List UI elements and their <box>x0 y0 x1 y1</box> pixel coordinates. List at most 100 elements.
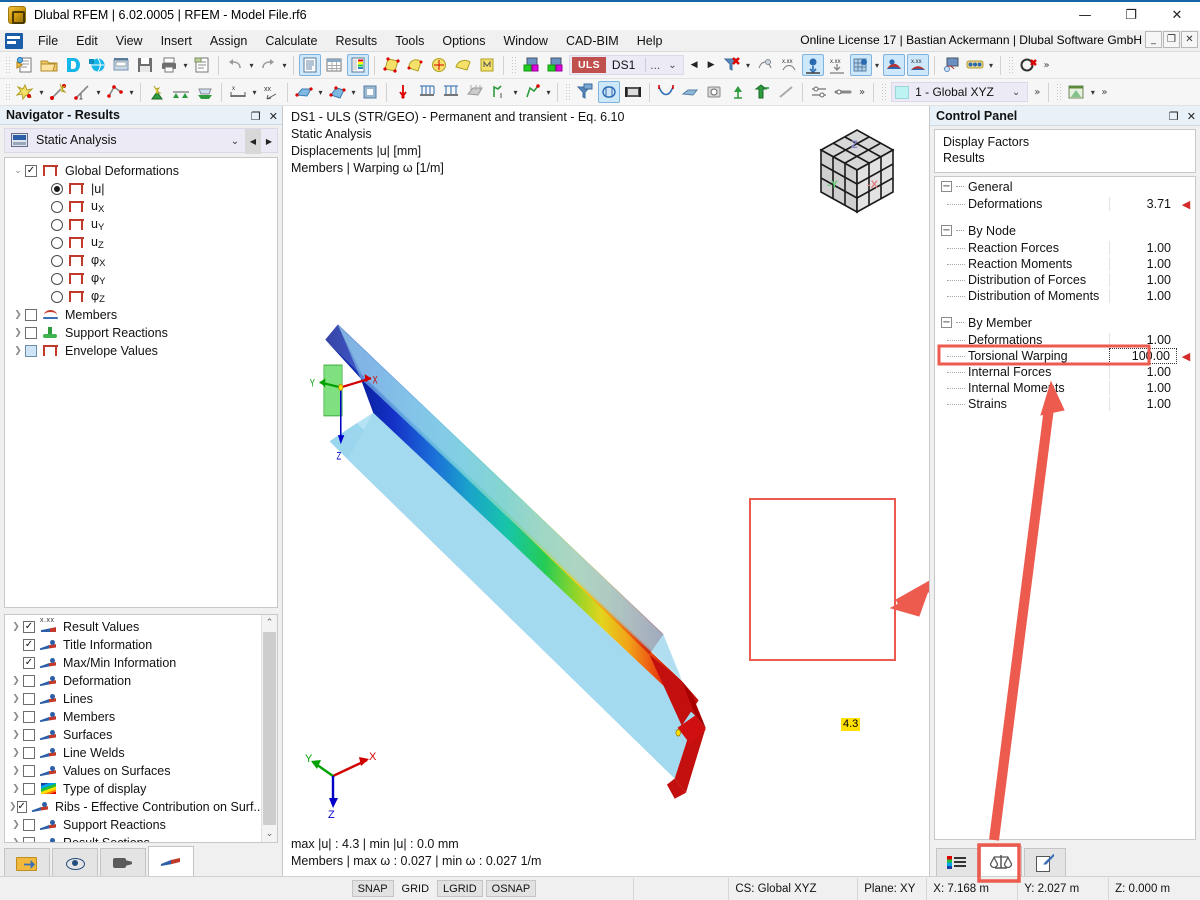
surface-create-icon[interactable] <box>293 81 315 103</box>
display-item-title-information[interactable]: ✓Title Information <box>5 636 260 654</box>
node-icon[interactable] <box>14 81 36 103</box>
surface-create-caret[interactable]: ▾ <box>316 81 325 103</box>
navigator-restore-icon[interactable]: ❐ <box>251 110 261 123</box>
tree-expander-icon[interactable]: ❯ <box>11 310 25 320</box>
mdi-restore-button[interactable]: ❐ <box>1163 31 1180 48</box>
scroll-up-icon[interactable]: ⌃ <box>262 615 278 631</box>
printout-report-icon[interactable] <box>191 54 213 76</box>
open-model-icon[interactable] <box>38 54 60 76</box>
toolbar-overflow-4[interactable]: » <box>1097 87 1111 98</box>
control-panel-close-icon[interactable]: ✕ <box>1187 110 1196 123</box>
status-toggle-snap[interactable]: SNAP <box>352 880 394 897</box>
load-case-combo[interactable]: ULS DS1 ... ⌄ <box>569 55 684 75</box>
tab-display-factors[interactable] <box>980 846 1022 876</box>
tree-radio-button[interactable] <box>51 183 63 195</box>
collapse-icon[interactable]: − <box>941 181 952 192</box>
nodal-load-icon[interactable] <box>392 81 414 103</box>
undo-icon[interactable] <box>224 54 246 76</box>
imperfection-icon[interactable] <box>521 81 543 103</box>
print-dropdown-caret[interactable]: ▾ <box>181 54 190 76</box>
polyline-icon[interactable] <box>104 81 126 103</box>
tree-expander-icon[interactable]: ❯ <box>9 622 23 632</box>
save-icon[interactable] <box>134 54 156 76</box>
sidebar-item-project-navigator[interactable] <box>4 848 50 876</box>
scroll-down-icon[interactable]: ⌄ <box>262 826 278 842</box>
sidebar-item-display-navigator[interactable] <box>52 848 98 876</box>
opening-icon[interactable] <box>359 81 381 103</box>
imperfection-caret[interactable]: ▾ <box>544 81 553 103</box>
result-filter-icon[interactable] <box>574 81 596 103</box>
display-item-max-min-information[interactable]: ✓Max/Min Information <box>5 654 260 672</box>
tree-checkbox[interactable] <box>23 819 35 831</box>
menu-options[interactable]: Options <box>433 32 494 50</box>
free-load-icon[interactable] <box>488 81 510 103</box>
tree-checkbox[interactable] <box>23 747 35 759</box>
tree-checkbox[interactable] <box>23 711 35 723</box>
cp-row-value[interactable]: 1.00 <box>1109 397 1177 411</box>
tree-item-uz[interactable]: uZ <box>5 234 277 252</box>
tree-radio-button[interactable] <box>51 219 63 231</box>
status-toggle-lgrid[interactable]: LGRID <box>437 880 483 897</box>
result-values-on-diagram-icon[interactable]: x.xx <box>907 54 929 76</box>
toolbar-overflow-3[interactable]: » <box>1030 87 1044 98</box>
dlubal-center-icon[interactable] <box>62 54 84 76</box>
scrollbar-thumb[interactable] <box>263 632 276 825</box>
tree-expander-icon[interactable]: ❯ <box>9 730 23 740</box>
toolbar-overflow-2[interactable]: » <box>855 87 869 98</box>
tree-item-z[interactable]: φZ <box>5 288 277 306</box>
control-panel-toggle-icon[interactable] <box>347 54 369 76</box>
toolbar-overflow-1[interactable]: » <box>1040 60 1054 71</box>
member-dropdown-caret[interactable]: ▾ <box>250 81 259 103</box>
menu-insert[interactable]: Insert <box>152 32 201 50</box>
surface-support-icon[interactable] <box>194 81 216 103</box>
tree-expander-icon[interactable]: ❯ <box>9 784 23 794</box>
cp-group-by-member[interactable]: −By Member <box>935 313 1195 332</box>
result-values-icon[interactable]: x.xx <box>778 54 800 76</box>
cp-row-internal-forces[interactable]: Internal Forces1.00 <box>935 364 1195 380</box>
show-values-table-icon[interactable]: x.xx <box>826 54 848 76</box>
sidebar-item-views-navigator[interactable] <box>100 848 146 876</box>
line-icon[interactable] <box>47 81 69 103</box>
surface-load-icon[interactable] <box>464 81 486 103</box>
tab-edit-values[interactable] <box>1024 848 1066 876</box>
line-load-icon[interactable] <box>416 81 438 103</box>
calc-dropdown-caret[interactable]: ▾ <box>987 54 996 76</box>
tree-item-y[interactable]: φY <box>5 270 277 288</box>
render-model-icon[interactable] <box>598 81 620 103</box>
result-distribution-icon[interactable] <box>883 54 905 76</box>
display-factors-list[interactable]: −GeneralDeformations3.71◀−By NodeReactio… <box>934 176 1196 840</box>
status-toggle-osnap[interactable]: OSNAP <box>486 880 537 897</box>
menu-calculate[interactable]: Calculate <box>256 32 326 50</box>
tree-expander-icon[interactable]: ❯ <box>9 712 23 722</box>
tree-expander-icon[interactable]: ❯ <box>9 802 17 812</box>
tab-color-scale[interactable] <box>936 848 978 876</box>
prev-load-case-button[interactable]: ◀ <box>686 60 703 70</box>
tree-item-uy[interactable]: uY <box>5 216 277 234</box>
tree-item-members[interactable]: ❯Members <box>5 306 277 324</box>
tree-item-support-reactions[interactable]: ❯Support Reactions <box>5 324 277 342</box>
display-item-deformation[interactable]: ❯Deformation <box>5 672 260 690</box>
analysis-next-button[interactable]: ▶ <box>261 129 277 154</box>
cp-row-value[interactable]: 1.00 <box>1109 273 1177 287</box>
member-hinge-icon[interactable] <box>808 81 830 103</box>
animation-icon[interactable] <box>622 81 644 103</box>
print-preview-icon[interactable] <box>110 54 132 76</box>
control-panel-restore-icon[interactable]: ❐ <box>1169 110 1179 123</box>
filter-dropdown-caret[interactable]: ▾ <box>744 54 753 76</box>
tree-checkbox[interactable] <box>23 693 35 705</box>
display-item-result-sections[interactable]: ❯Result Sections <box>5 834 260 843</box>
surface-free-icon[interactable] <box>452 54 474 76</box>
tree-expander-icon[interactable]: ❯ <box>11 346 25 356</box>
solid-icon[interactable] <box>476 54 498 76</box>
result-section-icon[interactable] <box>940 54 962 76</box>
cp-group-general[interactable]: −General <box>935 177 1195 196</box>
show-max-values-icon[interactable] <box>802 54 824 76</box>
line-dimension-icon[interactable] <box>71 81 93 103</box>
tree-checkbox[interactable] <box>25 327 37 339</box>
redo-dropdown-caret[interactable]: ▾ <box>280 54 289 76</box>
next-load-case-button[interactable]: ▶ <box>703 60 720 70</box>
cp-row-value[interactable]: 1.00 <box>1109 333 1177 347</box>
tree-expander-icon[interactable]: ❯ <box>9 838 23 843</box>
mdi-close-button[interactable]: ✕ <box>1181 31 1198 48</box>
menu-assign[interactable]: Assign <box>201 32 257 50</box>
